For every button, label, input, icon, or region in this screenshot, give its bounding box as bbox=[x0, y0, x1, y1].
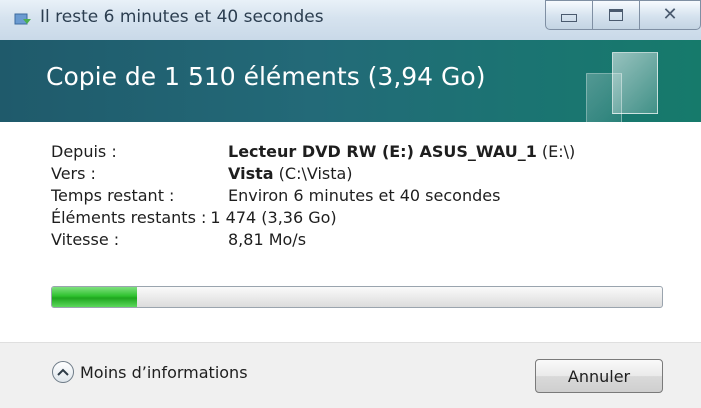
close-icon: ✕ bbox=[662, 4, 678, 25]
progress-fill bbox=[52, 287, 138, 307]
maximize-button[interactable] bbox=[592, 0, 640, 30]
items-left-label: Éléments restants : bbox=[51, 208, 207, 227]
header-banner: Copie de 1 510 éléments (3,94 Go) bbox=[0, 40, 701, 122]
to-label: Vers : bbox=[51, 164, 96, 183]
document-icon-front bbox=[612, 52, 658, 114]
from-source-name: Lecteur DVD RW (E:) ASUS_WAU_1 bbox=[228, 142, 537, 161]
to-destination-path: (C:\Vista) bbox=[273, 164, 353, 183]
dialog-footer: Moins d’informations Annuler bbox=[0, 342, 701, 408]
copy-details: Depuis : Lecteur DVD RW (E:) ASUS_WAU_1 (… bbox=[0, 122, 701, 342]
from-source-path: (E:\) bbox=[536, 142, 576, 161]
speed-value: 8,81 Mo/s bbox=[228, 230, 307, 249]
from-label: Depuis : bbox=[51, 142, 117, 161]
speed-label: Vitesse : bbox=[51, 230, 120, 249]
less-info-label: Moins d’informations bbox=[80, 362, 248, 382]
items-left-value: 1 474 (3,36 Go) bbox=[210, 208, 337, 227]
detail-row-items-left: Éléments restants :1 474 (3,36 Go) bbox=[51, 208, 337, 227]
window-title: Il reste 6 minutes et 40 secondes bbox=[40, 7, 324, 27]
time-left-label: Temps restant : bbox=[51, 186, 175, 205]
time-left-value: Environ 6 minutes et 40 secondes bbox=[228, 186, 501, 205]
copy-folder-icon bbox=[14, 12, 32, 28]
from-value: Lecteur DVD RW (E:) ASUS_WAU_1 (E:\) bbox=[228, 142, 575, 161]
copy-progress-bar bbox=[51, 286, 663, 308]
minimize-icon bbox=[561, 14, 577, 22]
less-info-toggle[interactable]: Moins d’informations bbox=[52, 361, 248, 383]
window-controls: ✕ bbox=[545, 0, 701, 32]
to-value: Vista (C:\Vista) bbox=[228, 164, 353, 183]
minimize-button[interactable] bbox=[545, 0, 593, 30]
to-destination-name: Vista bbox=[228, 164, 274, 183]
banner-title: Copie de 1 510 éléments (3,94 Go) bbox=[46, 62, 486, 91]
detail-row-time-left: Temps restant : Environ 6 minutes et 40 s… bbox=[51, 186, 500, 205]
close-button[interactable]: ✕ bbox=[639, 0, 701, 30]
chevron-up-icon bbox=[52, 361, 74, 383]
detail-row-from: Depuis : Lecteur DVD RW (E:) ASUS_WAU_1 (… bbox=[51, 142, 575, 161]
title-bar[interactable]: Il reste 6 minutes et 40 secondes ✕ bbox=[0, 0, 701, 40]
detail-row-to: Vers : Vista (C:\Vista) bbox=[51, 164, 353, 183]
detail-row-speed: Vitesse : 8,81 Mo/s bbox=[51, 230, 306, 249]
cancel-button[interactable]: Annuler bbox=[535, 359, 663, 393]
copy-dialog: Il reste 6 minutes et 40 secondes ✕ Copi… bbox=[0, 0, 701, 408]
maximize-icon bbox=[609, 9, 623, 21]
